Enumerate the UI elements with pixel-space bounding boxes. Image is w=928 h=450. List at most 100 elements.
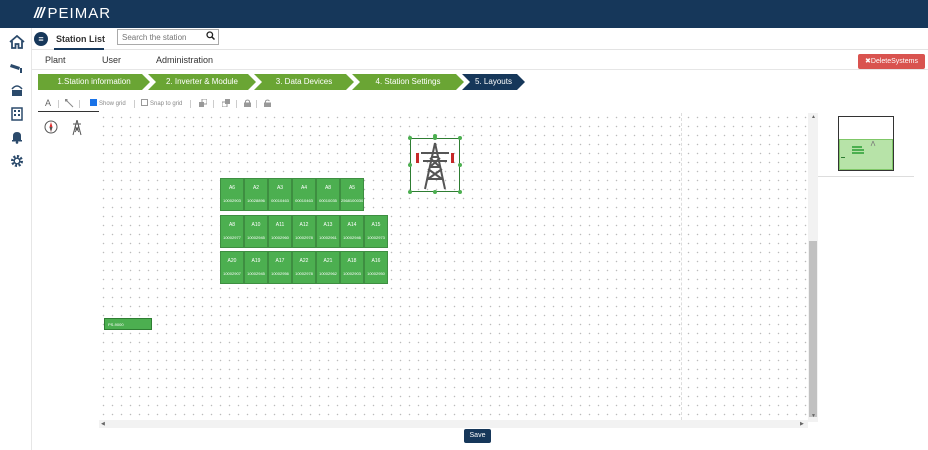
connector-tool-icon[interactable] — [65, 99, 74, 110]
module-name: A14 — [347, 222, 357, 228]
pv-module[interactable]: A16 10002950 — [364, 251, 388, 284]
module-name: A15 — [371, 222, 381, 228]
pv-module[interactable]: A3 00010463 — [268, 178, 292, 211]
bring-front-icon[interactable] — [199, 98, 208, 109]
grid-tower-element[interactable] — [410, 138, 460, 192]
step-data-devices[interactable]: 3. Data Devices — [254, 74, 354, 90]
building-icon[interactable] — [9, 107, 25, 123]
menu-icon[interactable]: ≡ — [34, 32, 48, 46]
module-name: A10 — [251, 222, 261, 228]
transmission-tower-icon[interactable] — [70, 119, 84, 136]
snap-grid-label: Snap to grid — [150, 101, 183, 107]
resize-handle[interactable] — [408, 190, 412, 194]
module-name: A17 — [275, 258, 285, 264]
snap-grid-checkbox[interactable] — [141, 99, 148, 106]
pv-module[interactable]: A21 10002962 — [316, 251, 340, 284]
home-icon[interactable] — [9, 34, 25, 51]
bell-icon[interactable] — [9, 130, 25, 146]
send-back-icon[interactable] — [221, 99, 230, 109]
inverter-element[interactable]: PS-9000 — [104, 318, 152, 330]
search-box — [117, 29, 219, 45]
pv-module[interactable]: A14 10002946 — [340, 215, 364, 248]
pv-module[interactable]: A6 10002903 — [220, 178, 244, 211]
station-header: ≡ Station List — [32, 28, 928, 50]
toolbar-divider — [79, 100, 80, 108]
step-station-settings[interactable]: 4. Station Settings — [352, 74, 464, 90]
compass-icon[interactable] — [44, 120, 58, 134]
inverter-icon[interactable] — [9, 83, 25, 99]
tab-user[interactable]: User — [102, 55, 121, 65]
pv-module[interactable]: A19 10002945 — [244, 251, 268, 284]
snap-grid-toggle[interactable]: Snap to grid — [141, 99, 182, 107]
show-grid-checkbox[interactable] — [90, 99, 97, 106]
delete-systems-button[interactable]: ✖DeleteSystems — [858, 54, 925, 69]
resize-handle[interactable] — [408, 136, 412, 140]
module-name: A2 — [252, 185, 260, 191]
lock-icon[interactable] — [244, 99, 251, 109]
panel-tab-underline — [38, 111, 99, 112]
search-icon[interactable] — [206, 31, 216, 42]
step-layouts[interactable]: 5. Layouts — [462, 74, 525, 90]
module-serial: 10002960 — [271, 235, 289, 240]
pv-module[interactable]: A8 00010035 — [316, 178, 340, 211]
save-button[interactable]: Save — [464, 429, 491, 443]
module-serial: 10002903 — [343, 271, 361, 276]
pv-module[interactable]: A2 10028896 — [244, 178, 268, 211]
module-name: A18 — [347, 258, 357, 264]
module-serial: 10002973 — [367, 235, 385, 240]
scroll-up-icon[interactable]: ▲ — [811, 114, 816, 120]
resize-handle[interactable] — [433, 190, 437, 194]
sidebar — [0, 28, 32, 450]
outline-minimap[interactable] — [838, 116, 894, 171]
step-station-information[interactable]: 1.Station information — [38, 74, 150, 90]
toolbar-divider — [134, 100, 135, 108]
resize-handle[interactable] — [433, 136, 437, 140]
resize-handle[interactable] — [458, 163, 462, 167]
pv-module[interactable]: A13 10002961 — [316, 215, 340, 248]
resize-handle[interactable] — [408, 163, 412, 167]
pv-module[interactable]: A5 2568100030 — [340, 178, 364, 211]
gear-icon[interactable] — [9, 154, 25, 170]
tab-administration[interactable]: Administration — [156, 55, 213, 65]
module-name: A16 — [371, 258, 381, 264]
scroll-right-icon[interactable]: ▶ — [800, 421, 804, 427]
step-inverter-module[interactable]: 2. Inverter & Module — [148, 74, 256, 90]
toolbar-divider — [190, 100, 191, 108]
scroll-left-icon[interactable]: ◀ — [101, 421, 105, 427]
pv-module[interactable]: A20 10002907 — [220, 251, 244, 284]
show-grid-toggle[interactable]: Show grid — [90, 99, 126, 107]
toolbar-divider — [236, 100, 237, 108]
minimap-viewport[interactable] — [839, 139, 893, 170]
resize-handle[interactable] — [458, 190, 462, 194]
unlock-icon[interactable] — [264, 99, 271, 109]
module-name: A21 — [323, 258, 333, 264]
search-input[interactable] — [122, 31, 204, 43]
resize-handle[interactable] — [458, 136, 462, 140]
scroll-down-icon[interactable]: ▼ — [811, 413, 816, 419]
brand-logo[interactable]: ///PEIMAR — [34, 5, 111, 22]
camera-icon[interactable] — [9, 60, 25, 76]
horizontal-scrollbar[interactable]: ◀ ▶ — [99, 420, 808, 428]
vertical-scrollbar[interactable]: ▲ ▼ — [808, 113, 818, 422]
module-name: A12 — [299, 222, 309, 228]
pv-module[interactable]: A15 10002973 — [364, 215, 388, 248]
module-serial: 10002945 — [247, 271, 265, 276]
module-serial: 10002977 — [223, 235, 241, 240]
pv-module[interactable]: A8 10002977 — [220, 215, 244, 248]
module-name: A5 — [348, 185, 356, 191]
module-serial: 10002903 — [223, 198, 241, 203]
pv-module[interactable]: A12 10002978 — [292, 215, 316, 248]
module-serial: 00010463 — [295, 198, 313, 203]
toolbar-divider — [58, 100, 59, 108]
text-tool-button[interactable]: A — [45, 98, 51, 108]
pv-module[interactable]: A18 10002903 — [340, 251, 364, 284]
minimap-content — [841, 140, 876, 158]
module-name: A19 — [251, 258, 261, 264]
pv-module[interactable]: A4 00010463 — [292, 178, 316, 211]
pv-module[interactable]: A10 10002945 — [244, 215, 268, 248]
pv-module[interactable]: A17 10002956 — [268, 251, 292, 284]
pv-module[interactable]: A11 10002960 — [268, 215, 292, 248]
vertical-scroll-thumb[interactable] — [809, 241, 817, 417]
tab-plant[interactable]: Plant — [45, 55, 66, 65]
pv-module[interactable]: A22 10002978 — [292, 251, 316, 284]
